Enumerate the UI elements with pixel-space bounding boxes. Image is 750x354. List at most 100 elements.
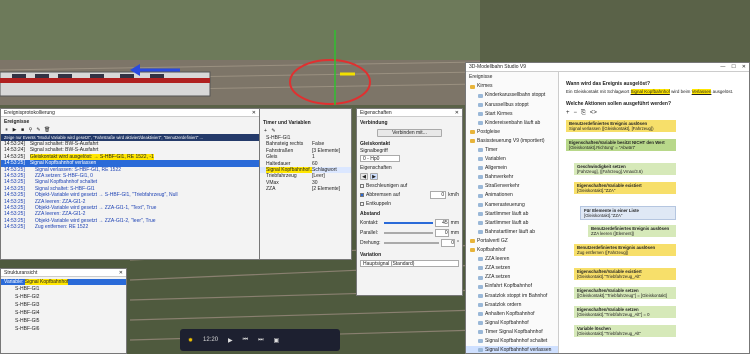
next-button[interactable]: ▶ bbox=[370, 173, 378, 180]
rewind-icon[interactable]: ⏮ bbox=[243, 337, 248, 344]
tree-item[interactable]: Einfahrt Kopfbahnhof bbox=[466, 282, 558, 291]
events-heading: Ereignisse bbox=[4, 119, 30, 125]
event-row[interactable]: 14:53:25] Zug entfernen: RE 1522 bbox=[1, 224, 259, 230]
brake-checkbox[interactable] bbox=[360, 193, 364, 197]
event-text: ZZA leeren: ZZA-Gl1-2 bbox=[34, 211, 86, 218]
tree-item[interactable]: Postgleise bbox=[466, 127, 558, 136]
play-icon[interactable]: ▶ bbox=[228, 337, 233, 344]
tree-item[interactable]: Bahnstartlimer läuft ab bbox=[466, 228, 558, 237]
tree-item[interactable]: Ersatzlok ordern bbox=[466, 300, 558, 309]
tree-item[interactable]: Startlimmer läuft ab bbox=[466, 218, 558, 227]
tree-item[interactable]: Variablen bbox=[466, 155, 558, 164]
tree-item[interactable]: Start Kirmes bbox=[466, 109, 558, 118]
contact-distance-input[interactable]: 45 bbox=[434, 219, 449, 227]
tree-item[interactable]: Kopfbahnhof bbox=[466, 246, 558, 255]
tree-item[interactable]: Straßenverkehr bbox=[466, 182, 558, 191]
structure-item[interactable]: S-HBF-Gl2 bbox=[1, 293, 126, 301]
edit-icon[interactable]: ✎ bbox=[271, 129, 276, 134]
tree-item-label: Anhalten Kopfbahnhof bbox=[485, 310, 535, 317]
parallel-input[interactable]: 0 bbox=[434, 229, 449, 237]
structure-item[interactable]: S-HBF-Gl4 bbox=[1, 309, 126, 317]
remove-icon[interactable]: − bbox=[574, 110, 578, 117]
action-card[interactable]: Benutzerdefiniertes Ereignis auslösen ZZA… bbox=[588, 225, 676, 237]
trigger-mode-link[interactable]: Verlassen bbox=[691, 89, 712, 94]
var-row[interactable]: ZZA [2 Elemente] bbox=[260, 186, 351, 192]
add-icon[interactable]: + bbox=[566, 110, 570, 117]
action-card[interactable]: Für Elemente in einer Liste [Gleiskontakt… bbox=[580, 206, 676, 220]
action-card[interactable]: Geschwindigkeit setzen [Fahrzeug], ([Fahr… bbox=[574, 163, 676, 175]
prev-button[interactable]: ◀ bbox=[360, 173, 368, 180]
copy-icon[interactable]: ⎘ bbox=[581, 110, 586, 117]
close-icon[interactable]: ✕ bbox=[455, 110, 459, 116]
tree-item[interactable]: Anhalten Kopfbahnhof bbox=[466, 309, 558, 318]
tree-item[interactable]: Signal Kopfbahnhof schaltet bbox=[466, 337, 558, 346]
add-icon[interactable]: + bbox=[263, 129, 268, 134]
filter-icon[interactable]: ⚲ bbox=[28, 128, 33, 133]
tree-item[interactable]: Ersatzlok stoppt im Bahnhof bbox=[466, 291, 558, 300]
edit-icon[interactable]: ✎ bbox=[36, 128, 41, 133]
delete-icon[interactable]: 🗑 bbox=[44, 128, 50, 133]
tree-item[interactable]: Animationen bbox=[466, 191, 558, 200]
tree-item[interactable]: Karussellbus stoppt bbox=[466, 100, 558, 109]
contact-distance-slider[interactable] bbox=[384, 222, 433, 224]
tree-item[interactable]: Timer bbox=[466, 146, 558, 155]
tree-item[interactable]: Allgemein bbox=[466, 164, 558, 173]
tree-item[interactable]: Signal Kopfbahnhof verlassen bbox=[466, 345, 558, 353]
tree-item[interactable]: Timer Signal Kopfbahnhof bbox=[466, 328, 558, 337]
rotation-input[interactable]: 0 bbox=[441, 239, 455, 247]
tree-item[interactable]: Kindereisenbahn läuft ab bbox=[466, 118, 558, 127]
trigger-tag-link[interactable]: Signal Kopfbahnhof bbox=[630, 89, 670, 94]
events-panel: Ereignisprotokollierung ✕ Ereignisse ⏸ ▶… bbox=[0, 108, 260, 260]
tree-item[interactable]: ZZA setzen bbox=[466, 264, 558, 273]
tree-item[interactable]: Basissteuerung V9 (importiert) bbox=[466, 137, 558, 146]
action-card[interactable]: Benutzerdefiniertes Ereignis auslösen Zug… bbox=[574, 244, 676, 256]
code-icon[interactable]: <> bbox=[590, 110, 597, 117]
close-icon[interactable]: ✕ bbox=[742, 64, 746, 70]
close-icon[interactable]: ✕ bbox=[252, 110, 256, 116]
action-card[interactable]: Variable löschen [Gleiskontakt]."Triebfah… bbox=[574, 325, 676, 337]
close-icon[interactable]: ✕ bbox=[119, 270, 123, 276]
structure-item[interactable]: S-HBF-Gl6 bbox=[1, 325, 126, 333]
tree-item[interactable]: Signal Kopfbahnhof bbox=[466, 318, 558, 327]
brake-speed-input[interactable]: 0 bbox=[430, 191, 447, 199]
pause-icon[interactable]: ⏸ bbox=[4, 128, 9, 133]
camera-icon[interactable]: ▣ bbox=[273, 337, 279, 344]
folder-icon bbox=[478, 184, 483, 189]
action-card[interactable]: Eigenschaften/Variable setzen [Gleiskonta… bbox=[574, 306, 676, 318]
structure-item[interactable]: S-HBF-Gl5 bbox=[1, 317, 126, 325]
forward-icon[interactable]: ⏭ bbox=[258, 337, 263, 344]
maximize-icon[interactable]: ☐ bbox=[731, 64, 735, 70]
structure-header-label: Variable bbox=[4, 279, 22, 285]
tree-item[interactable]: Kinderkarussellbahn stoppt bbox=[466, 91, 558, 100]
tree-item[interactable]: Bahnverkehr bbox=[466, 173, 558, 182]
tree-item[interactable]: ZZA leeren bbox=[466, 255, 558, 264]
action-card[interactable]: Eigenschaften/Variable setzen [[Gleiskont… bbox=[574, 287, 676, 299]
signal-select[interactable]: 0 - Hp0 bbox=[360, 155, 400, 162]
tree-item[interactable]: Kirmes bbox=[466, 82, 558, 91]
tree-item[interactable]: Startlimmer läuft ab bbox=[466, 209, 558, 218]
sun-icon[interactable]: ✹ bbox=[188, 337, 193, 344]
vars-toolbar: + ✎ bbox=[260, 128, 351, 135]
uncouple-checkbox[interactable] bbox=[360, 202, 364, 206]
structure-item[interactable]: S-HBF-Gl1 bbox=[1, 285, 126, 293]
stop-icon[interactable]: ■ bbox=[20, 128, 25, 133]
trigger-description: Ein Gleiskontakt mit Schlagwort Signal K… bbox=[566, 89, 748, 94]
action-card[interactable]: Eigenschaften/Variable existiert [Gleisko… bbox=[574, 182, 676, 194]
variation-select[interactable]: Hauptsignal (Standard) bbox=[360, 260, 459, 267]
accelerate-checkbox[interactable] bbox=[360, 184, 364, 188]
play-icon[interactable]: ▶ bbox=[12, 128, 17, 133]
minimize-icon[interactable]: — bbox=[720, 64, 725, 70]
action-card[interactable]: Benutzerdefiniertes Ereignis auslösen Sig… bbox=[566, 120, 676, 132]
rotation-slider[interactable] bbox=[384, 242, 439, 244]
events-filter-bar[interactable]: Zeige nur Events "Modul Variable wird ge… bbox=[1, 134, 259, 141]
tree-item[interactable]: Kamerasteuerung bbox=[466, 200, 558, 209]
parallel-slider[interactable] bbox=[384, 232, 433, 234]
tree-item[interactable]: ZZA setzen bbox=[466, 273, 558, 282]
tree-title: Ereignisse bbox=[469, 74, 493, 80]
action-card[interactable]: Eigenschaften/Variable existiert [Gleisko… bbox=[574, 268, 676, 280]
structure-item[interactable]: S-HBF-Gl3 bbox=[1, 301, 126, 309]
tree-item[interactable]: Portalvertl GZ bbox=[466, 237, 558, 246]
connect-button[interactable]: Verbinden mit... bbox=[377, 129, 442, 137]
action-card[interactable]: Eigenschaften/Variable besitzt NICHT den… bbox=[566, 139, 676, 151]
rotation-row: Drehung: 0 ° bbox=[357, 238, 462, 248]
